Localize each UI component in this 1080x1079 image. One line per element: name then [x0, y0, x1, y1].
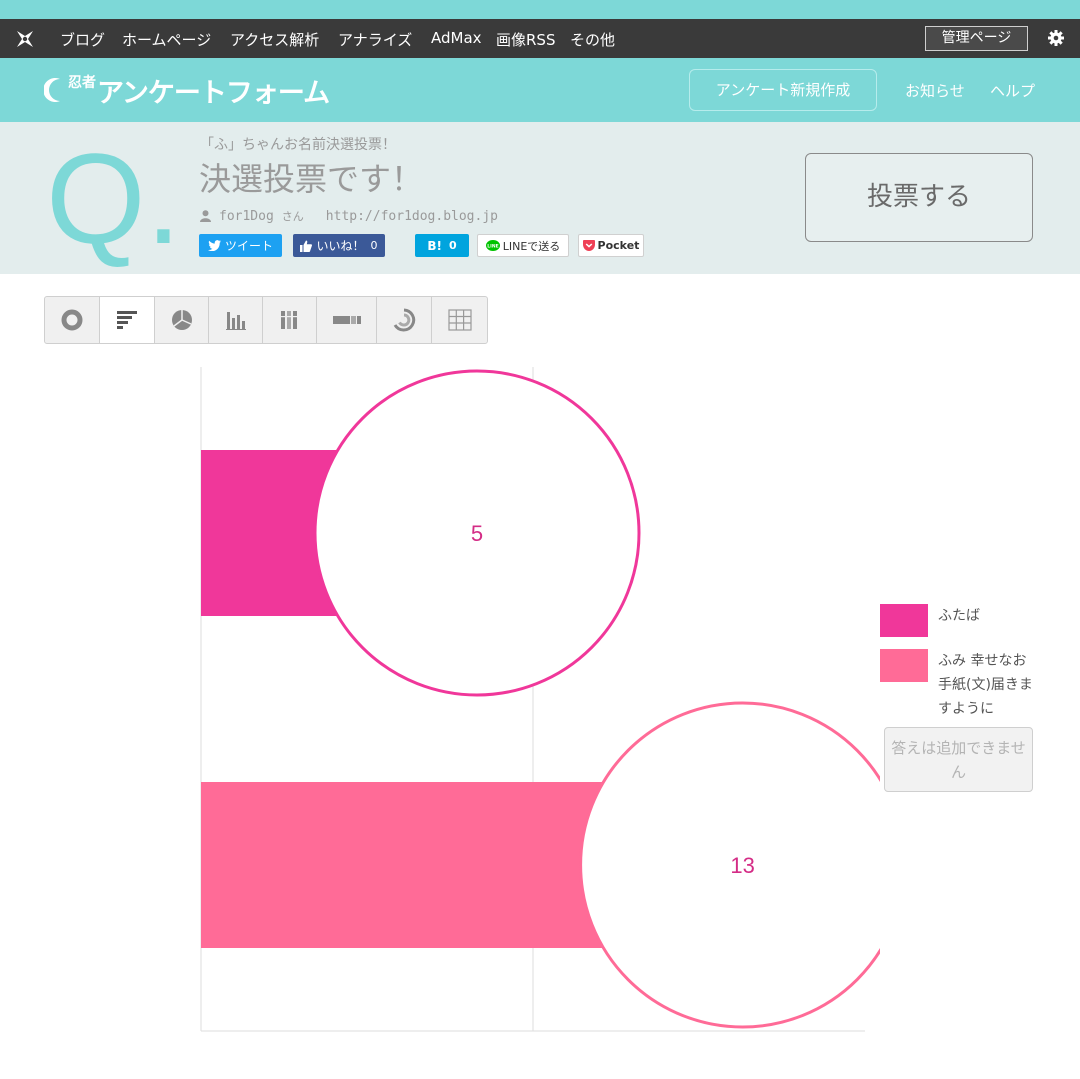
- stacked-column-chart-button[interactable]: [263, 297, 317, 343]
- add-answer-disabled-button: 答えは追加できません: [884, 727, 1033, 792]
- nav-item-access-analysis[interactable]: アクセス解析: [230, 29, 319, 50]
- question-title: 決選投票です！: [199, 160, 424, 198]
- nav-item-other[interactable]: その他: [570, 29, 615, 50]
- legend-label: ふたば: [938, 608, 980, 624]
- hatena-label: B!: [427, 238, 442, 253]
- pocket-button[interactable]: Pocket: [578, 234, 644, 257]
- hatena-bookmark-button[interactable]: B! 0: [415, 234, 469, 257]
- author-honorific: さん: [281, 210, 304, 223]
- column-chart-icon: [225, 312, 246, 330]
- stacked-column-chart-icon: [280, 311, 297, 329]
- stacked-bar-icon: [332, 316, 361, 324]
- legend-swatch: [880, 649, 928, 682]
- ninja-star-icon[interactable]: [14, 28, 36, 50]
- user-icon: [200, 210, 211, 222]
- vote-button[interactable]: 投票する: [805, 153, 1033, 242]
- nav-item-blog[interactable]: ブログ: [60, 29, 105, 50]
- nav-item-homepage[interactable]: ホームページ: [122, 29, 211, 50]
- nav-item-admax[interactable]: AdMax: [431, 29, 482, 47]
- results-bar-chart: 5 13: [200, 367, 880, 1032]
- admin-page-button[interactable]: 管理ページ: [925, 26, 1028, 51]
- radial-chart-button[interactable]: [377, 297, 432, 343]
- tweet-label: ツイート: [224, 239, 273, 253]
- hatena-count: 0: [448, 239, 457, 252]
- donut-chart-button[interactable]: [45, 297, 100, 343]
- pie-chart-icon: [171, 310, 192, 330]
- gear-icon[interactable]: [1047, 29, 1065, 47]
- site-logo[interactable]: 忍者 アンケートフォーム: [44, 72, 330, 109]
- line-share-button[interactable]: LINE LINEで送る: [477, 234, 569, 257]
- stacked-bar-button[interactable]: [317, 297, 377, 343]
- horizontal-bar-chart-icon: [117, 311, 137, 329]
- thumbs-up-icon: [300, 240, 313, 252]
- site-header: 忍者 アンケートフォーム アンケート新規作成 お知らせ ヘルプ: [0, 58, 1080, 122]
- author-name[interactable]: for1Dog: [219, 209, 274, 224]
- radial-chart-icon: [393, 308, 416, 332]
- legend-item: ふたば: [880, 604, 1040, 637]
- pocket-label: Pocket: [597, 239, 640, 252]
- twitter-bird-icon: [207, 240, 221, 251]
- line-logo-icon: LINE: [485, 239, 500, 251]
- tweet-button[interactable]: ツイート: [199, 234, 282, 257]
- top-accent-stripe: [0, 0, 1080, 19]
- horizontal-bar-chart-button[interactable]: [100, 297, 155, 343]
- global-navbar: ブログ ホームページ アクセス解析 アナライズ AdMax 画像RSS その他 …: [0, 19, 1080, 58]
- table-view-button[interactable]: [432, 297, 487, 343]
- legend-label: ふみ 幸せなお手紙(文)届きますように: [938, 653, 1033, 717]
- author-url[interactable]: http://for1dog.blog.jp: [326, 209, 498, 224]
- question-subtitle: 「ふ」ちゃんお名前決選投票！: [200, 137, 396, 153]
- donut-chart-icon: [61, 309, 83, 331]
- brand-name: アンケートフォーム: [97, 77, 330, 109]
- column-chart-button[interactable]: [209, 297, 263, 343]
- table-icon: [447, 309, 472, 331]
- like-button[interactable]: いいね！ 0: [293, 234, 385, 257]
- question-mark-label: Q.: [46, 128, 182, 271]
- news-link[interactable]: お知らせ: [905, 80, 965, 101]
- svg-text:LINE: LINE: [487, 243, 498, 249]
- pie-chart-button[interactable]: [155, 297, 209, 343]
- nav-item-image-rss[interactable]: 画像RSS: [496, 29, 555, 50]
- legend-item: ふみ 幸せなお手紙(文)届きますように: [880, 649, 1040, 721]
- moon-logo-icon: [44, 78, 60, 102]
- data-label: 13: [730, 853, 754, 878]
- line-label: LINEで送る: [502, 239, 561, 253]
- bar: [201, 782, 633, 948]
- chart-type-toolbar: [44, 296, 488, 344]
- author-line: for1Dog さん http://for1dog.blog.jp: [200, 208, 498, 224]
- nav-item-analyze[interactable]: アナライズ: [338, 29, 412, 50]
- data-label: 5: [471, 521, 483, 546]
- new-survey-button[interactable]: アンケート新規作成: [689, 69, 877, 111]
- question-panel: Q. 「ふ」ちゃんお名前決選投票！ 決選投票です！ for1Dog さん htt…: [0, 122, 1080, 274]
- help-link[interactable]: ヘルプ: [990, 80, 1035, 101]
- like-label: いいね！: [316, 239, 365, 253]
- brand-prefix: 忍者: [68, 75, 96, 91]
- chart-legend: ふたば ふみ 幸せなお手紙(文)届きますように: [880, 604, 1040, 733]
- like-count: 0: [370, 239, 378, 252]
- legend-swatch: [880, 604, 928, 637]
- pocket-icon: [582, 240, 595, 251]
